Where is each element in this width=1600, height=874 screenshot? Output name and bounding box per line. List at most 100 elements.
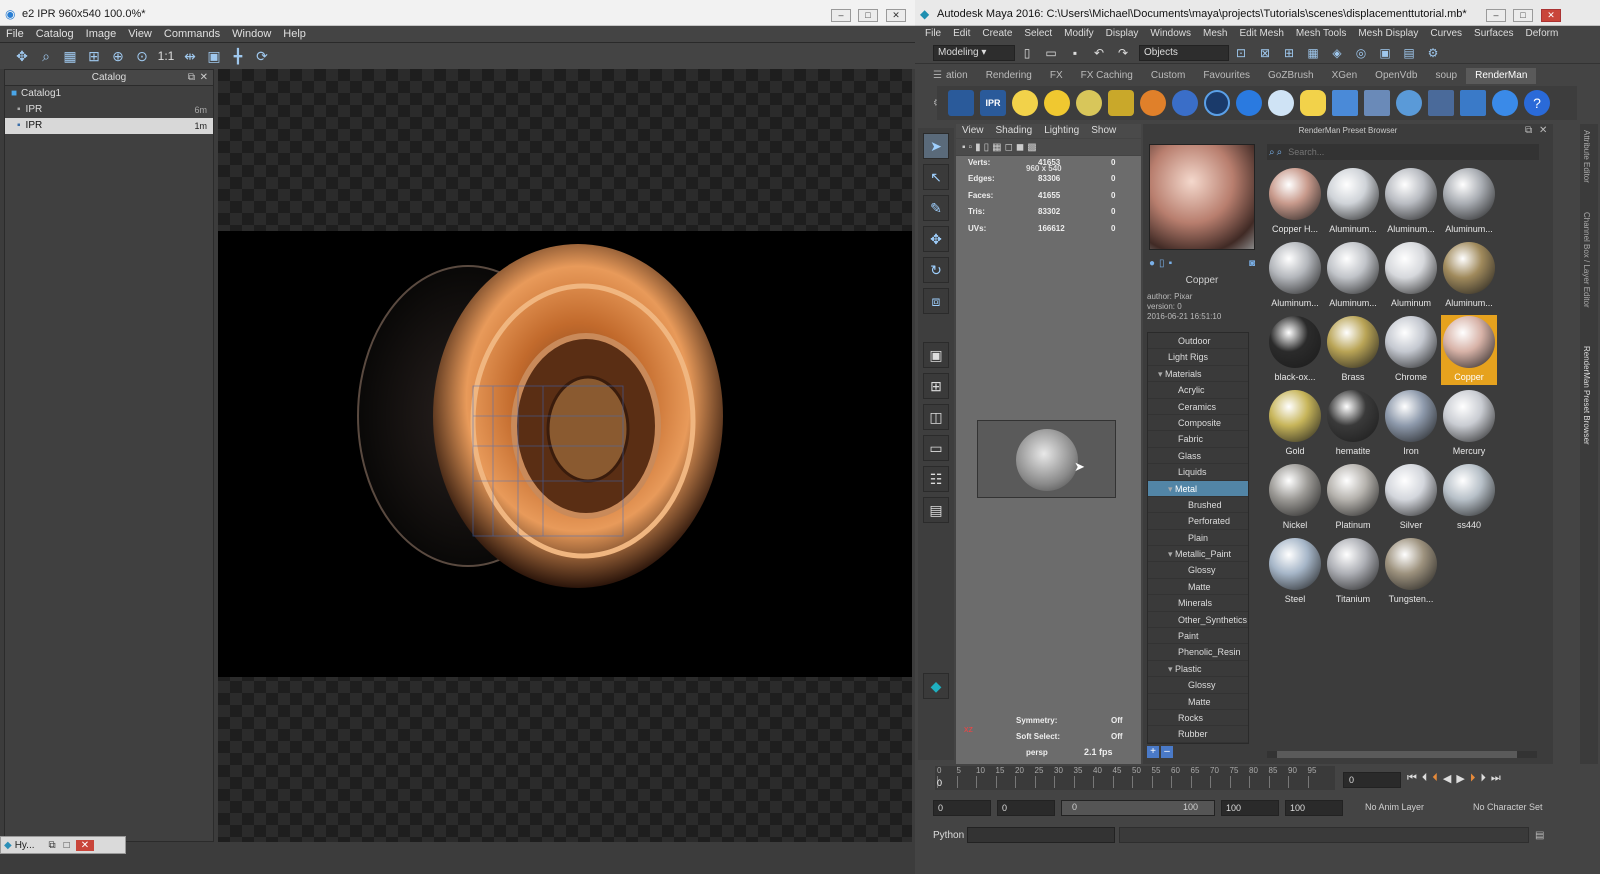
tree-item[interactable]: Brushed [1148,497,1248,514]
catalog-item-selected[interactable]: ▪ IPR 1m [5,118,213,134]
image-viewer[interactable] [218,69,912,842]
close-icon[interactable]: ✕ [1539,125,1547,136]
shelf-tab-xgen[interactable]: XGen [1323,68,1367,84]
image-plane-icon[interactable]: ▯ [984,142,990,153]
material-swatch[interactable]: Silver [1383,463,1439,533]
redo-icon[interactable]: ↷ [1113,43,1133,63]
material-swatch[interactable]: Aluminum... [1441,241,1497,311]
next-key-icon[interactable]: ⏵ [1470,772,1476,785]
mode-dropdown[interactable]: Modeling ▾ [933,44,1015,61]
tree-item[interactable]: Rubber [1148,726,1248,743]
render-preview-icon[interactable]: ● [1149,258,1155,269]
material-swatch[interactable]: Brass [1325,315,1381,385]
menu-edit[interactable]: Edit [947,26,976,42]
ipr-icon[interactable]: ▤ [1399,43,1419,63]
current-frame-field[interactable]: 0 [1343,772,1401,788]
render-clapper-icon[interactable] [948,90,974,116]
shelf-tab-soup[interactable]: soup [1426,68,1466,84]
step-forward-icon[interactable]: ⏵ [1480,772,1486,785]
calculator-icon[interactable] [1332,90,1358,116]
expand-arrow-icon[interactable]: ▾ [1168,664,1175,674]
menu-image[interactable]: Image [80,26,123,43]
prev-key-icon[interactable]: ⏴ [1432,772,1438,785]
tree-item[interactable]: Paint [1148,628,1248,645]
layout-outliner-icon[interactable]: ☷ [923,466,949,492]
tree-item[interactable]: Rocks [1148,710,1248,727]
catalog-root[interactable]: ■ Catalog1 [5,86,213,102]
menu-deform[interactable]: Deform [1520,26,1565,42]
star-material-icon[interactable] [1140,90,1166,116]
menu-select[interactable]: Select [1018,26,1058,42]
material-swatch[interactable]: Aluminum [1383,241,1439,311]
zoom-fit-icon[interactable]: ⊙ [132,46,152,66]
tree-item[interactable]: Matte [1148,694,1248,710]
catalog-item[interactable]: ▪ IPR 6m [5,102,213,118]
step-back-icon[interactable]: ⏴ [1422,772,1428,785]
material-swatch[interactable]: Iron [1383,389,1439,459]
minimize-button[interactable]: – [1486,9,1506,22]
render-settings-icon[interactable]: ⚙ [1423,43,1443,63]
shelf-tab-gozbrush[interactable]: GoZBrush [1259,68,1323,84]
paint-select-icon[interactable]: ✎ [923,195,949,221]
material-swatch[interactable]: Aluminum... [1325,241,1381,311]
material-swatch[interactable]: Chrome [1383,315,1439,385]
image-icon[interactable] [1428,90,1454,116]
material-swatch[interactable]: Aluminum... [1325,167,1381,237]
taskbar-item[interactable]: ◆ Hy... ⧉ □ ✕ [0,836,126,854]
maximize-button[interactable]: □ [1513,9,1533,22]
shelf-tab-fx[interactable]: FX [1041,68,1072,84]
close-button[interactable]: ✕ [1541,9,1561,22]
close-panel-icon[interactable]: ✕ [200,70,208,86]
layout-two-icon[interactable]: ◫ [923,404,949,430]
bulb-icon[interactable] [1300,90,1326,116]
select-object-icon[interactable]: ⊠ [1255,43,1275,63]
tree-item[interactable]: Ceramics [1148,399,1248,415]
vp-menu-show[interactable]: Show [1085,124,1122,138]
expand-arrow-icon[interactable]: ▾ [1168,484,1175,494]
snap-point-icon[interactable]: ◎ [1351,43,1371,63]
tree-item[interactable]: ▾ Plastic [1148,661,1248,678]
menu-file[interactable]: File [0,26,30,43]
tree-item[interactable]: Liquids [1148,464,1248,481]
help-icon[interactable]: ? [1524,90,1550,116]
crop-icon[interactable]: ▦ [60,46,80,66]
shaded-icon[interactable]: ◼ [1016,142,1024,153]
move-tool-icon[interactable]: ✥ [923,226,949,252]
menu-mesh-display[interactable]: Mesh Display [1352,26,1424,42]
anim-layer-dropdown[interactable]: No Anim Layer [1365,802,1424,812]
tree-item[interactable]: Matte [1148,579,1248,596]
material-swatch[interactable]: Steel [1267,537,1323,607]
tree-item[interactable]: Plain [1148,530,1248,547]
go-to-end-icon[interactable]: ⏭ [1491,772,1501,785]
menu-modify[interactable]: Modify [1058,26,1099,42]
shelf-tab-openvdb[interactable]: OpenVdb [1366,68,1426,84]
render-icon[interactable]: ▣ [1375,43,1395,63]
menu-commands[interactable]: Commands [158,26,226,43]
shelf-tab-fx-caching[interactable]: FX Caching [1072,68,1142,84]
menu-catalog[interactable]: Catalog [30,26,80,43]
snapshot-icon[interactable]: ▣ [204,46,224,66]
tree-item[interactable]: Glass [1148,448,1248,465]
material-swatch[interactable]: Aluminum... [1267,241,1323,311]
menu-view[interactable]: View [122,26,158,43]
tab-channel-box[interactable]: Channel Box / Layer Editor [1582,212,1591,308]
lasso-tool-icon[interactable]: ↖ [923,164,949,190]
material-swatch[interactable]: Aluminum... [1383,167,1439,237]
tree-item[interactable]: Glossy [1148,677,1248,694]
copy-preset-icon[interactable]: ▯ [1159,258,1165,269]
material-swatch[interactable]: Copper [1441,315,1497,385]
wireframe-icon[interactable]: ◻ [1005,142,1013,153]
material-swatch[interactable]: Tungsten... [1383,537,1439,607]
restore-icon[interactable]: ⧉ [49,840,56,851]
anim-start-field[interactable]: 0 [997,800,1055,816]
minimize-button[interactable]: – [831,9,851,22]
shelf-tab-rendering[interactable]: Rendering [977,68,1041,84]
select-tool-icon[interactable]: ➤ [923,133,949,159]
script-language-label[interactable]: Python [933,830,967,841]
layout-persp-icon[interactable]: ▭ [923,435,949,461]
menu-file[interactable]: File [919,26,947,42]
light-bulb-icon[interactable] [1012,90,1038,116]
texture-icon[interactable] [1364,90,1390,116]
tree-item[interactable]: Light Rigs [1148,349,1248,366]
material-swatch[interactable]: Gold [1267,389,1323,459]
